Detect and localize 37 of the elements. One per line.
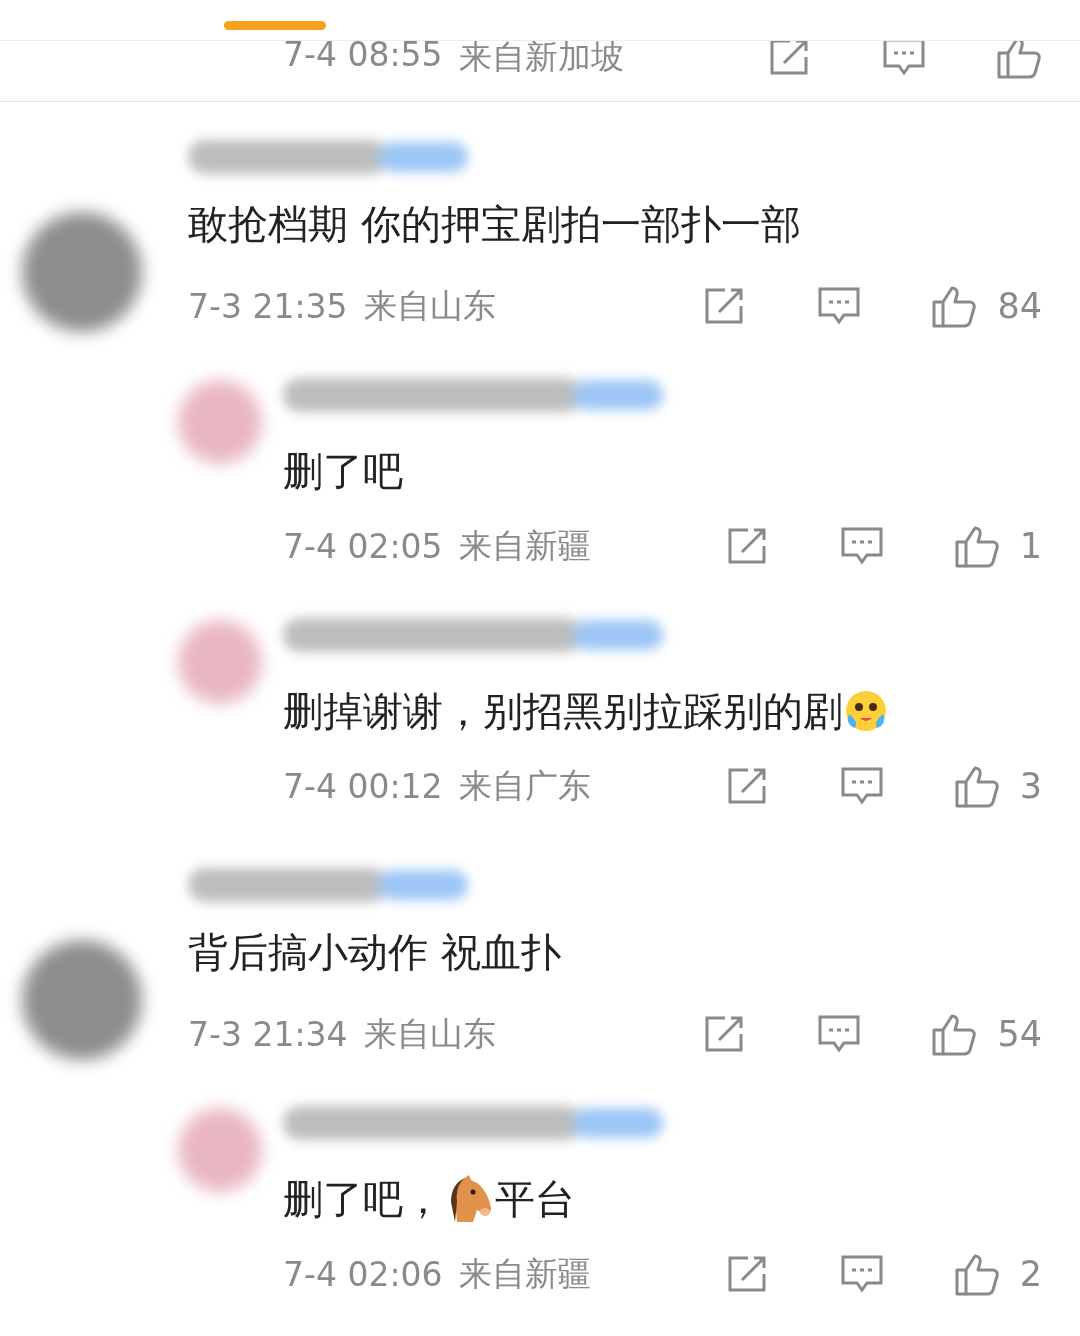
like-count: 2 [1019, 1254, 1042, 1294]
comment-text: 删了吧， [283, 1174, 443, 1224]
timestamp: 7-4 08:55 [283, 41, 443, 74]
timestamp: 7-3 21:35 [188, 286, 348, 326]
location-label: 来自山东 [363, 284, 496, 327]
location-label: 来自新疆 [458, 524, 591, 567]
comment-text: 平台 [495, 1174, 575, 1224]
thumbs-up-icon[interactable] [931, 284, 978, 328]
timestamp: 7-3 21:34 [188, 1014, 348, 1054]
comment-text: 敢抢档期 你的押宝剧拍一部扑一部 [188, 200, 801, 249]
like-count: 3 [1019, 766, 1042, 806]
thumbs-up-icon[interactable] [953, 764, 1000, 808]
comment-text: 删掉谢谢，别招黑别拉踩别的剧 [283, 686, 843, 736]
timestamp: 7-4 02:06 [283, 1254, 443, 1294]
location-label: 来自新疆 [458, 1252, 591, 1295]
avatar[interactable] [22, 940, 142, 1060]
timestamp: 7-4 02:05 [283, 526, 443, 566]
timestamp: 7-4 00:12 [283, 766, 443, 806]
like-count: 1 [1019, 526, 1042, 566]
avatar[interactable] [22, 212, 142, 332]
thumbs-up-icon[interactable] [953, 524, 1000, 568]
thumbs-up-icon[interactable] [931, 1012, 978, 1056]
thumbs-up-icon[interactable] [953, 1252, 1000, 1296]
like-count: 84 [997, 286, 1042, 326]
thumbs-up-icon[interactable] [996, 41, 1042, 79]
comment-text: 背后搞小动作 祝血扑 [188, 928, 561, 977]
comment-icon[interactable] [839, 766, 884, 806]
crying-face-icon [843, 688, 889, 734]
comment-icon[interactable] [839, 1254, 884, 1294]
location-label: 来自广东 [458, 764, 591, 807]
comment-icon[interactable] [817, 286, 862, 326]
comment-icon[interactable] [882, 41, 926, 77]
like-count: 54 [997, 1014, 1042, 1054]
comment-icon[interactable] [839, 526, 884, 566]
location-label: 来自山东 [363, 1012, 496, 1055]
comment-text: 删了吧 [283, 446, 403, 496]
comment-icon[interactable] [817, 1014, 862, 1054]
